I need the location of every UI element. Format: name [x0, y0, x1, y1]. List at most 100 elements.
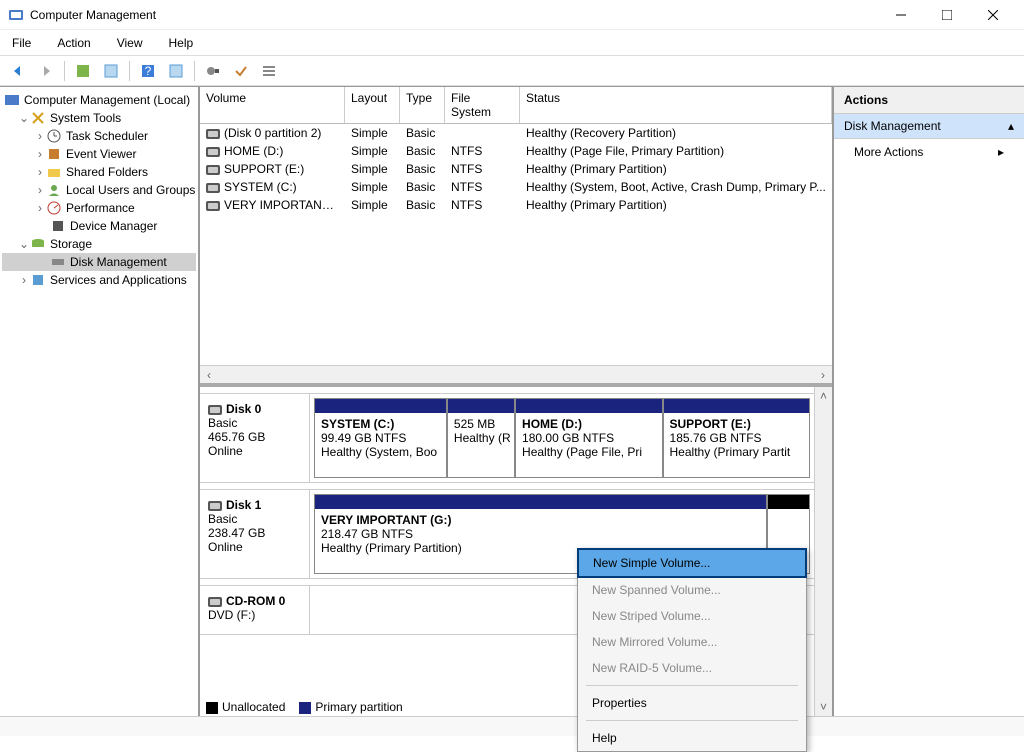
tree-performance[interactable]: › Performance	[2, 199, 196, 217]
tree-system-tools[interactable]: ⌄ System Tools	[2, 109, 196, 127]
tree-label: Shared Folders	[66, 165, 148, 179]
menu-view[interactable]: View	[111, 34, 149, 52]
col-volume[interactable]: Volume	[200, 87, 345, 123]
tree-label: Local Users and Groups	[66, 183, 195, 197]
tree-services[interactable]: › Services and Applications	[2, 271, 196, 289]
vertical-scrollbar[interactable]: ˄ ˅	[814, 387, 832, 716]
tree-label: Task Scheduler	[66, 129, 148, 143]
table-row[interactable]: VERY IMPORTANT (G:)SimpleBasicNTFSHealth…	[200, 196, 832, 214]
tree-label: Disk Management	[70, 255, 167, 269]
close-button[interactable]	[970, 0, 1016, 30]
tree-event-viewer[interactable]: › Event Viewer	[2, 145, 196, 163]
tools-icon	[30, 110, 46, 126]
table-row[interactable]: SUPPORT (E:)SimpleBasicNTFSHealthy (Prim…	[200, 160, 832, 178]
check-icon[interactable]	[229, 59, 253, 83]
tree-task-scheduler[interactable]: › Task Scheduler	[2, 127, 196, 145]
menubar: File Action View Help	[0, 30, 1024, 56]
list-icon[interactable]	[257, 59, 281, 83]
tree-label: Event Viewer	[66, 147, 136, 161]
col-status[interactable]: Status	[520, 87, 832, 123]
computer-icon	[4, 92, 20, 108]
partition[interactable]: SYSTEM (C:)99.49 GB NTFSHealthy (System,…	[314, 398, 447, 478]
tree-device-manager[interactable]: Device Manager	[2, 217, 196, 235]
cdrom-icon	[208, 597, 222, 607]
table-row[interactable]: HOME (D:)SimpleBasicNTFSHealthy (Page Fi…	[200, 142, 832, 160]
col-fs[interactable]: File System	[445, 87, 520, 123]
maximize-button[interactable]	[924, 0, 970, 30]
legend: Unallocated Primary partition	[206, 700, 403, 714]
cm-new-mirrored-volume: New Mirrored Volume...	[578, 629, 806, 655]
partition[interactable]: HOME (D:)180.00 GB NTFSHealthy (Page Fil…	[515, 398, 662, 478]
forward-button[interactable]	[34, 59, 58, 83]
collapse-icon[interactable]: ⌄	[18, 237, 30, 251]
event-icon	[46, 146, 62, 162]
tree-panel: Computer Management (Local) ⌄ System Too…	[0, 87, 200, 716]
cm-new-simple-volume[interactable]: New Simple Volume...	[577, 548, 807, 578]
tree-shared-folders[interactable]: › Shared Folders	[2, 163, 196, 181]
minimize-button[interactable]	[878, 0, 924, 30]
app-icon	[8, 7, 24, 23]
disk-icon	[208, 501, 222, 511]
expand-icon[interactable]: ›	[18, 273, 30, 287]
clock-icon	[46, 128, 62, 144]
view-icon[interactable]	[164, 59, 188, 83]
actions-header: Actions	[834, 87, 1024, 114]
tree-local-users[interactable]: › Local Users and Groups	[2, 181, 196, 199]
disk-info[interactable]: Disk 1 Basic 238.47 GB Online	[200, 490, 310, 578]
tree-label: Storage	[50, 237, 92, 251]
expand-icon[interactable]: ›	[34, 129, 46, 143]
expand-icon: ▸	[998, 145, 1004, 159]
col-layout[interactable]: Layout	[345, 87, 400, 123]
disk-settings-icon[interactable]	[201, 59, 225, 83]
actions-more[interactable]: More Actions ▸	[834, 139, 1024, 165]
col-type[interactable]: Type	[400, 87, 445, 123]
cm-new-raid5-volume: New RAID-5 Volume...	[578, 655, 806, 681]
disk-info[interactable]: Disk 0 Basic 465.76 GB Online	[200, 394, 310, 482]
expand-icon[interactable]: ›	[34, 147, 46, 161]
tree-disk-management[interactable]: Disk Management	[2, 253, 196, 271]
actions-section[interactable]: Disk Management ▴	[834, 114, 1024, 139]
disk-icon	[208, 405, 222, 415]
scroll-right-icon[interactable]: ›	[814, 367, 832, 383]
disk-info[interactable]: CD-ROM 0 DVD (F:)	[200, 586, 310, 634]
titlebar: Computer Management	[0, 0, 1024, 30]
scroll-up-icon[interactable]: ˄	[815, 387, 832, 405]
tree-root[interactable]: Computer Management (Local)	[2, 91, 196, 109]
swatch-primary	[299, 702, 311, 714]
scroll-left-icon[interactable]: ‹	[200, 367, 218, 383]
expand-icon[interactable]: ›	[34, 201, 46, 215]
tree-storage[interactable]: ⌄ Storage	[2, 235, 196, 253]
menu-help[interactable]: Help	[163, 34, 200, 52]
window-title: Computer Management	[30, 8, 878, 22]
swatch-unallocated	[206, 702, 218, 714]
tree-label: System Tools	[50, 111, 121, 125]
menu-action[interactable]: Action	[51, 34, 96, 52]
expand-icon[interactable]: ›	[34, 183, 46, 197]
table-row[interactable]: SYSTEM (C:)SimpleBasicNTFSHealthy (Syste…	[200, 178, 832, 196]
collapse-icon: ▴	[1008, 119, 1014, 133]
horizontal-scrollbar[interactable]: ‹ ›	[200, 365, 832, 383]
toolbar: ?	[0, 56, 1024, 86]
table-row[interactable]: (Disk 0 partition 2)SimpleBasicHealthy (…	[200, 124, 832, 142]
volume-table: Volume Layout Type File System Status (D…	[200, 87, 832, 387]
volume-icon	[206, 147, 220, 157]
expand-icon[interactable]: ›	[34, 165, 46, 179]
scroll-down-icon[interactable]: ˅	[815, 698, 832, 716]
cm-properties[interactable]: Properties	[578, 690, 806, 716]
tree-label: Services and Applications	[50, 273, 187, 287]
cm-new-spanned-volume: New Spanned Volume...	[578, 577, 806, 603]
partition[interactable]: 525 MBHealthy (R	[447, 398, 515, 478]
volume-table-body: (Disk 0 partition 2)SimpleBasicHealthy (…	[200, 124, 832, 365]
partition[interactable]: SUPPORT (E:)185.76 GB NTFSHealthy (Prima…	[663, 398, 810, 478]
users-icon	[46, 182, 62, 198]
menu-file[interactable]: File	[6, 34, 37, 52]
perf-icon	[46, 200, 62, 216]
tree-root-label: Computer Management (Local)	[24, 93, 190, 107]
cm-help[interactable]: Help	[578, 725, 806, 751]
collapse-icon[interactable]: ⌄	[18, 111, 30, 125]
actions-panel: Actions Disk Management ▴ More Actions ▸	[834, 87, 1024, 716]
back-button[interactable]	[6, 59, 30, 83]
refresh-icon[interactable]	[71, 59, 95, 83]
properties-icon[interactable]	[99, 59, 123, 83]
help-icon[interactable]: ?	[136, 59, 160, 83]
